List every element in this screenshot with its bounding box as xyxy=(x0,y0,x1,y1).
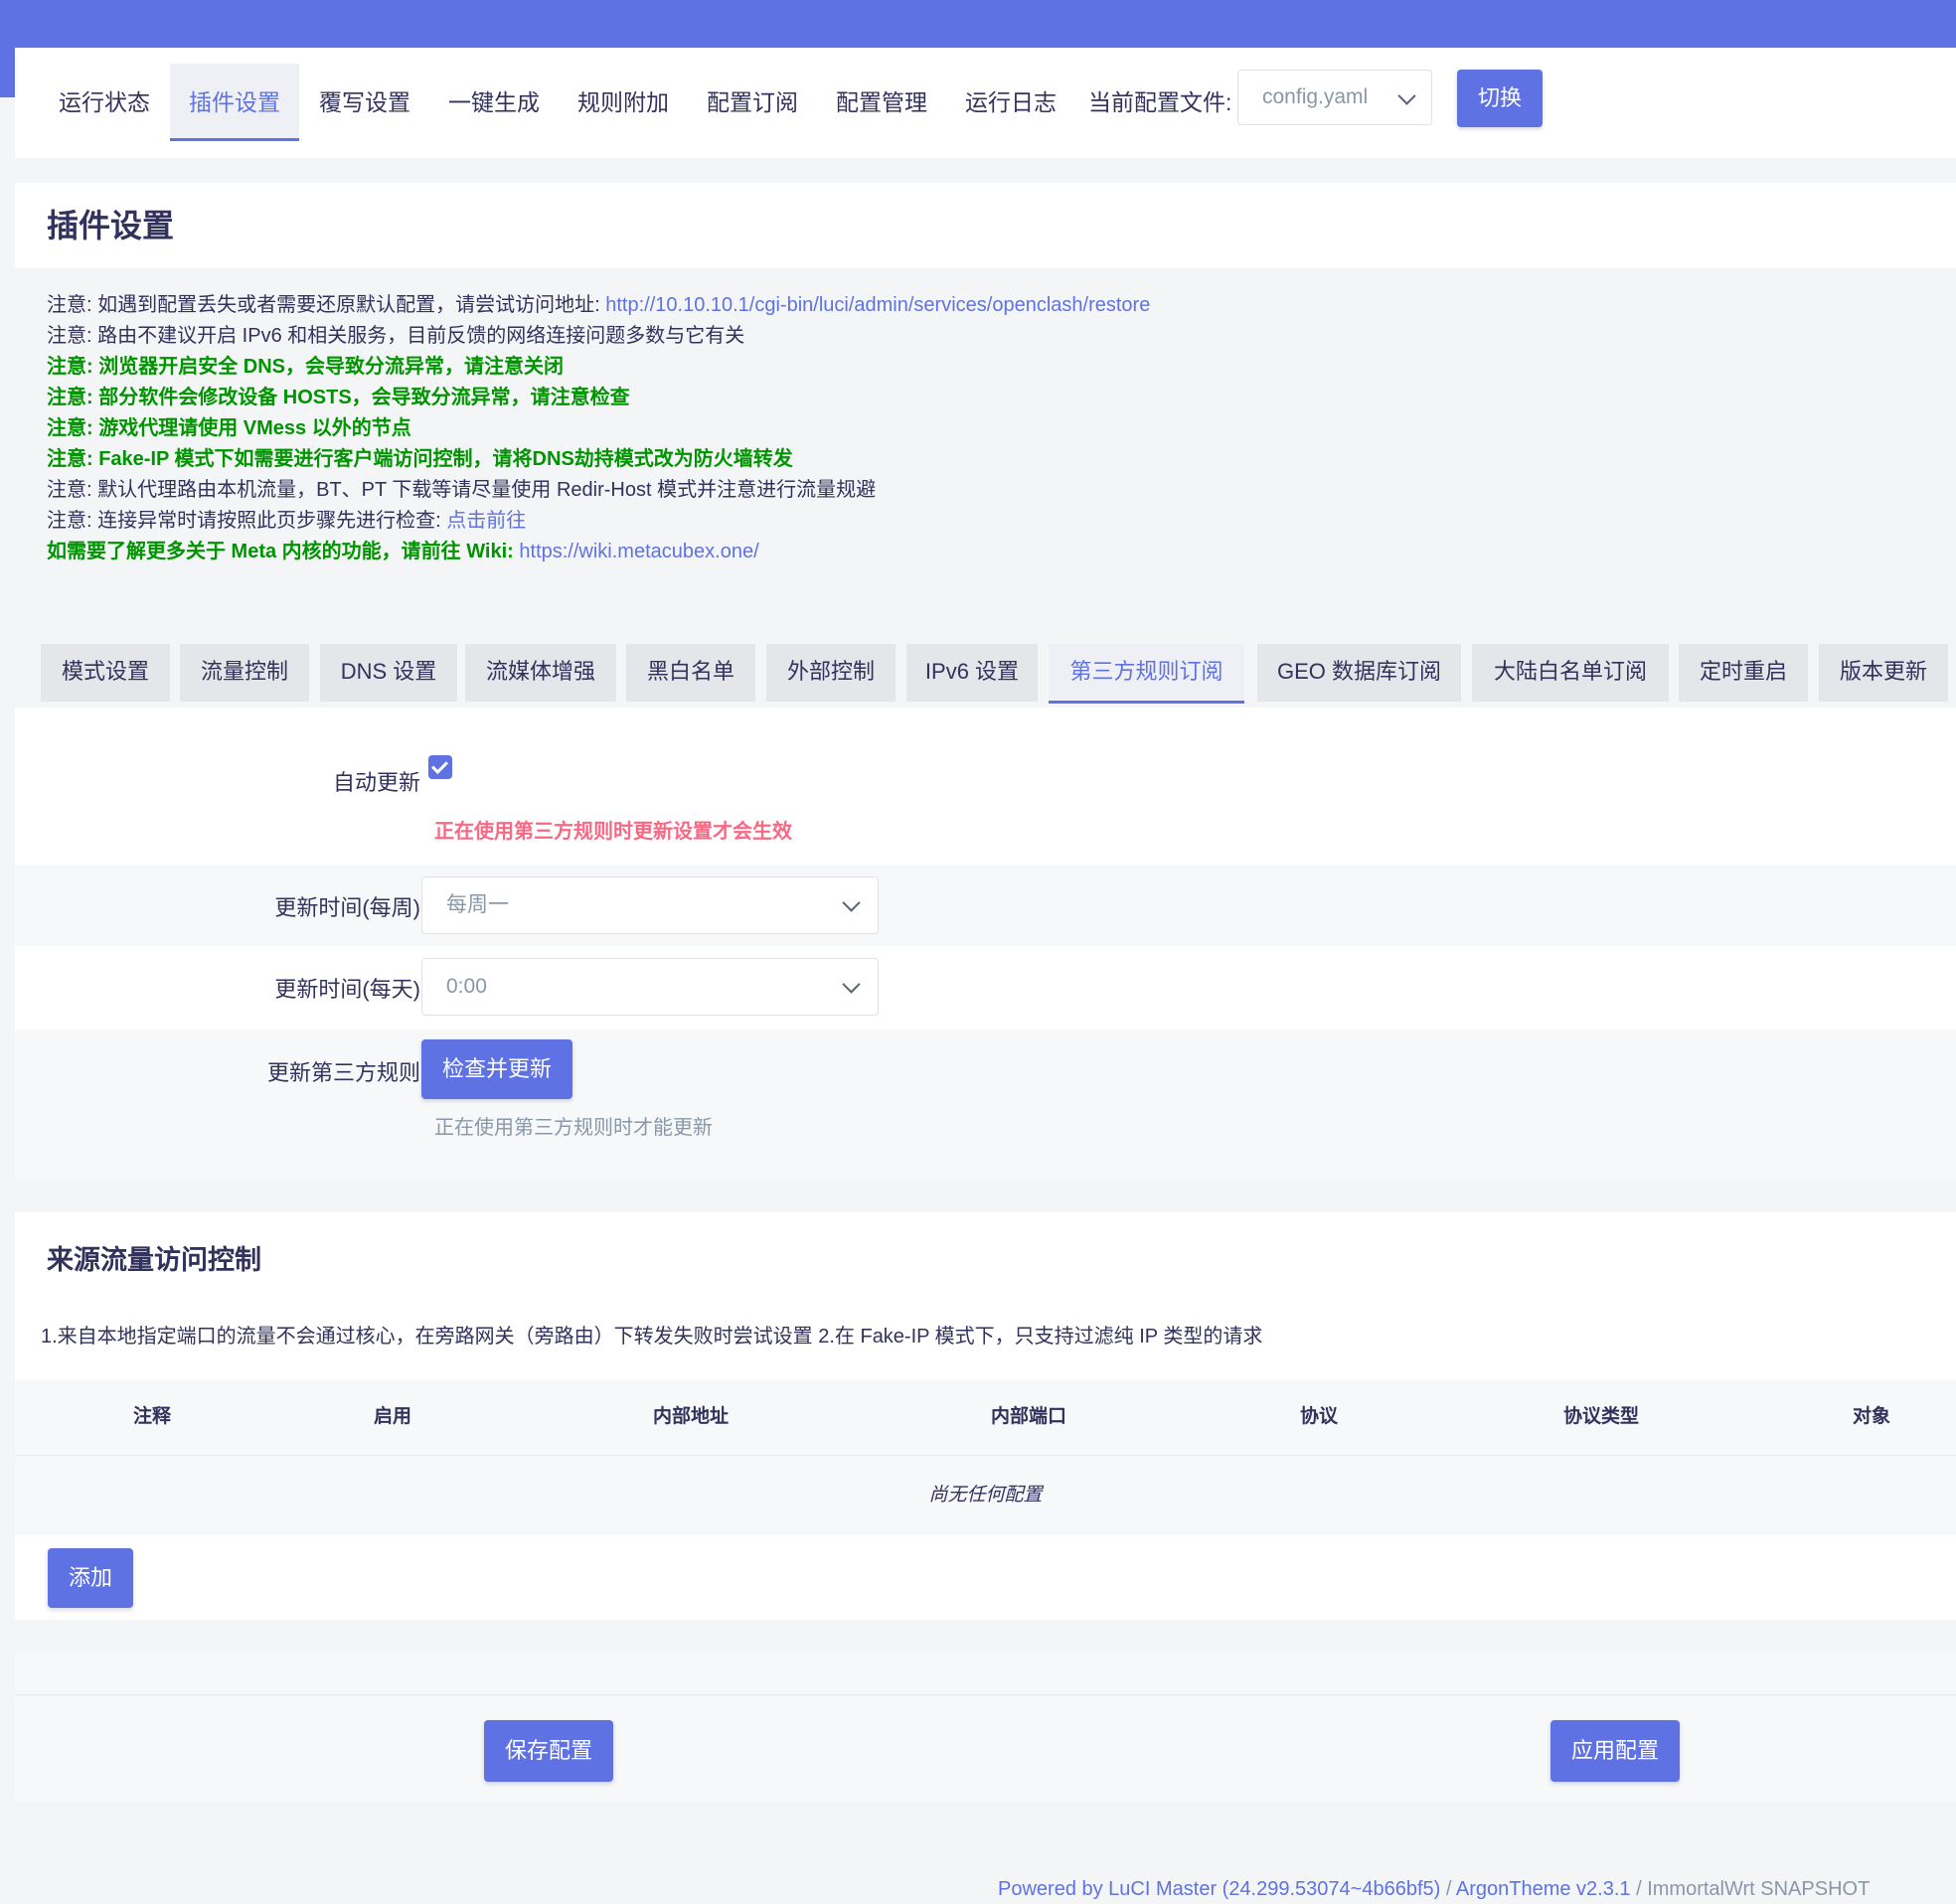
luci-link[interactable]: Powered by LuCI Master (24.299.53074~4b6… xyxy=(998,1878,1440,1900)
notice-list: 注意: 如遇到配置丢失或者需要还原默认配置，请尝试访问地址: http://10… xyxy=(47,290,1935,567)
action-bar: 保存配置 应用配置 xyxy=(15,1652,1956,1803)
column-protocol-type: 协议类型 xyxy=(1562,1406,1639,1427)
auto-update-checkbox[interactable] xyxy=(428,755,452,779)
nav-tab-rules-append[interactable]: 规则附加 xyxy=(560,64,687,141)
chevron-down-icon xyxy=(842,893,861,912)
footer: Powered by LuCI Master (24.299.53074~4b6… xyxy=(998,1878,1871,1900)
chevron-down-icon xyxy=(1397,86,1416,105)
auto-update-note: 正在使用第三方规则时更新设置才会生效 xyxy=(434,821,792,843)
wiki-link[interactable]: https://wiki.metacubex.one/ xyxy=(519,541,758,562)
auto-update-label: 自动更新 xyxy=(332,770,420,795)
subtab-update[interactable]: 版本更新 xyxy=(1819,644,1948,702)
daily-label: 更新时间(每天) xyxy=(274,977,420,1002)
subtab-dns[interactable]: DNS 设置 xyxy=(320,644,457,702)
nav-tab-status[interactable]: 运行状态 xyxy=(41,64,168,141)
subtab-geo[interactable]: GEO 数据库订阅 xyxy=(1257,644,1461,702)
access-control-card: 来源流量访问控制 1.来自本地指定端口的流量不会通过核心，在旁路网关（旁路由）下… xyxy=(15,1212,1956,1620)
subtab-bar: 模式设置 流量控制 DNS 设置 流媒体增强 黑白名单 外部控制 IPv6 设置… xyxy=(15,630,1956,708)
column-internal-address: 内部地址 xyxy=(652,1406,729,1427)
nav-tab-subscription[interactable]: 配置订阅 xyxy=(689,64,816,141)
switch-config-button[interactable]: 切换 xyxy=(1457,70,1543,127)
nav-tab-one-click[interactable]: 一键生成 xyxy=(430,64,558,141)
section-title: 来源流量访问控制 xyxy=(47,1245,261,1275)
subtab-external[interactable]: 外部控制 xyxy=(766,644,896,702)
notice-wiki: 如需要了解更多关于 Meta 内核的功能，请前往 Wiki: https://w… xyxy=(47,541,759,562)
nav-tab-override[interactable]: 覆写设置 xyxy=(301,64,428,141)
nav-tab-plugin-settings[interactable]: 插件设置 xyxy=(170,64,299,141)
notice-check: 注意: 连接异常时请按照此页步骤先进行检查: 点击前往 xyxy=(47,510,527,532)
column-comment: 注释 xyxy=(132,1406,171,1427)
column-internal-port: 内部端口 xyxy=(990,1406,1066,1427)
subtab-blackwhite[interactable]: 黑白名单 xyxy=(626,644,755,702)
nav-tab-logs[interactable]: 运行日志 xyxy=(947,64,1074,141)
update-rules-note: 正在使用第三方规则时才能更新 xyxy=(434,1117,713,1139)
check-steps-link[interactable]: 点击前往 xyxy=(446,510,526,532)
config-file-value: config.yaml xyxy=(1262,85,1369,108)
column-enabled: 启用 xyxy=(373,1406,411,1427)
update-rules-row: 更新第三方规则 xyxy=(15,1030,1956,1181)
section-description: 1.来自本地指定端口的流量不会通过核心，在旁路网关（旁路由）下转发失败时尝试设置… xyxy=(41,1326,1263,1348)
apply-config-button[interactable]: 应用配置 xyxy=(1550,1720,1680,1782)
empty-placeholder: 尚无任何配置 xyxy=(928,1485,1043,1506)
save-config-button[interactable]: 保存配置 xyxy=(484,1720,613,1782)
add-button[interactable]: 添加 xyxy=(48,1548,133,1608)
subtab-mainland[interactable]: 大陆白名单订阅 xyxy=(1472,644,1669,702)
weekly-select[interactable]: 每周一 xyxy=(421,876,879,934)
daily-row: 更新时间(每天) xyxy=(15,946,1956,1028)
subtab-ipv6[interactable]: IPv6 设置 xyxy=(906,644,1038,702)
daily-value: 0:00 xyxy=(446,975,487,998)
column-protocol: 协议 xyxy=(1299,1406,1338,1427)
page-title: 插件设置 xyxy=(47,208,175,243)
weekly-label: 更新时间(每周) xyxy=(274,895,420,920)
notice-secure-dns: 注意: 浏览器开启安全 DNS，会导致分流异常，请注意关闭 xyxy=(47,356,564,378)
daily-select[interactable]: 0:00 xyxy=(421,958,879,1016)
divider xyxy=(15,1694,1956,1695)
subtab-third-party-rules[interactable]: 第三方规则订阅 xyxy=(1049,644,1244,704)
notice-restore: 注意: 如遇到配置丢失或者需要还原默认配置，请尝试访问地址: http://10… xyxy=(47,294,1151,316)
auto-update-row: 自动更新 xyxy=(15,710,1956,863)
theme-link[interactable]: ArgonTheme v2.3.1 xyxy=(1456,1878,1631,1900)
subtab-mode[interactable]: 模式设置 xyxy=(41,644,170,702)
chevron-down-icon xyxy=(842,975,861,994)
os-version: ImmortalWrt SNAPSHOT xyxy=(1647,1878,1871,1900)
subtab-reboot[interactable]: 定时重启 xyxy=(1679,644,1808,702)
notice-fake-ip: 注意: Fake-IP 模式下如需要进行客户端访问控制，请将DNS劫持模式改为防… xyxy=(47,448,793,470)
check-icon xyxy=(431,757,448,774)
column-target: 对象 xyxy=(1852,1406,1890,1427)
config-file-label: 当前配置文件: xyxy=(1088,89,1232,115)
table-header: 注释 启用 内部地址 内部端口 协议 协议类型 对象 xyxy=(15,1379,1956,1456)
weekly-row: 更新时间(每周) xyxy=(15,865,1956,946)
notice-redir-host: 注意: 默认代理路由本机流量，BT、PT 下载等请尽量使用 Redir-Host… xyxy=(47,479,877,501)
main-nav: 运行状态 插件设置 覆写设置 一键生成 规则附加 配置订阅 配置管理 运行日志 … xyxy=(15,48,1956,158)
subtab-traffic[interactable]: 流量控制 xyxy=(180,644,309,702)
nav-tab-config-manage[interactable]: 配置管理 xyxy=(818,64,945,141)
subtab-streaming[interactable]: 流媒体增强 xyxy=(465,644,616,702)
config-file-select[interactable]: config.yaml xyxy=(1237,70,1432,125)
weekly-value: 每周一 xyxy=(446,893,509,916)
restore-link[interactable]: http://10.10.10.1/cgi-bin/luci/admin/ser… xyxy=(605,294,1150,316)
settings-card: 模式设置 流量控制 DNS 设置 流媒体增强 黑白名单 外部控制 IPv6 设置… xyxy=(15,630,1956,1181)
notice-vmess: 注意: 游戏代理请使用 VMess 以外的节点 xyxy=(47,417,411,439)
table-empty-row: 尚无任何配置 xyxy=(15,1456,1956,1535)
notice-ipv6: 注意: 路由不建议开启 IPv6 和相关服务，目前反馈的网络连接问题多数与它有关 xyxy=(47,325,745,347)
notice-hosts: 注意: 部分软件会修改设备 HOSTS，会导致分流异常，请注意检查 xyxy=(47,387,630,408)
page-header: 插件设置 xyxy=(15,183,1956,268)
update-rules-label: 更新第三方规则 xyxy=(266,1060,420,1085)
check-update-button[interactable]: 检查并更新 xyxy=(421,1039,572,1099)
